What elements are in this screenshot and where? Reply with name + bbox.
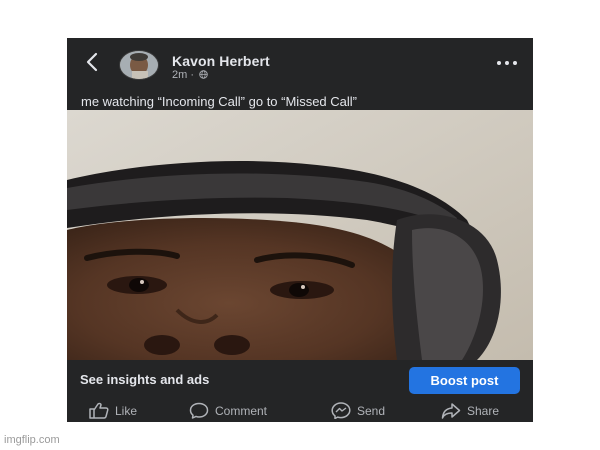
post-actions: Like Comment Send Share: [67, 400, 533, 422]
comment-label: Comment: [215, 404, 268, 418]
facebook-post: Kavon Herbert 2m · me watching “Incoming…: [67, 38, 533, 422]
author-name[interactable]: Kavon Herbert: [172, 53, 270, 69]
post-time: 2m: [172, 69, 188, 81]
more-options-button[interactable]: [495, 58, 519, 70]
like-label: Like: [115, 404, 138, 418]
share-icon: [441, 403, 461, 419]
send-button[interactable]: Send: [331, 402, 385, 420]
post-header: Kavon Herbert 2m ·: [67, 38, 533, 88]
post-photo[interactable]: [67, 110, 533, 360]
imgflip-watermark: imgflip.com: [4, 434, 60, 446]
avatar[interactable]: [119, 50, 159, 80]
more-horizontal-icon: [497, 61, 517, 65]
share-label: Share: [467, 404, 500, 418]
post-meta: 2m ·: [172, 69, 208, 81]
selfie-image: [67, 110, 533, 360]
boost-post-button[interactable]: Boost post: [409, 367, 520, 394]
chevron-left-icon: [86, 52, 98, 72]
share-button[interactable]: Share: [441, 402, 499, 420]
messenger-icon: [331, 402, 351, 420]
meta-separator: ·: [190, 69, 195, 81]
see-insights-link[interactable]: See insights and ads: [80, 372, 209, 387]
post-caption: me watching “Incoming Call” go to “Misse…: [81, 94, 357, 109]
thumbs-up-icon: [89, 402, 109, 419]
insights-bar: See insights and ads Boost post: [67, 360, 533, 400]
comment-icon: [189, 402, 209, 419]
like-button[interactable]: Like: [89, 402, 137, 420]
avatar-image: [120, 51, 158, 79]
back-button[interactable]: [81, 52, 103, 76]
comment-button[interactable]: Comment: [189, 402, 267, 420]
send-label: Send: [357, 404, 386, 418]
globe-icon: [199, 70, 208, 79]
